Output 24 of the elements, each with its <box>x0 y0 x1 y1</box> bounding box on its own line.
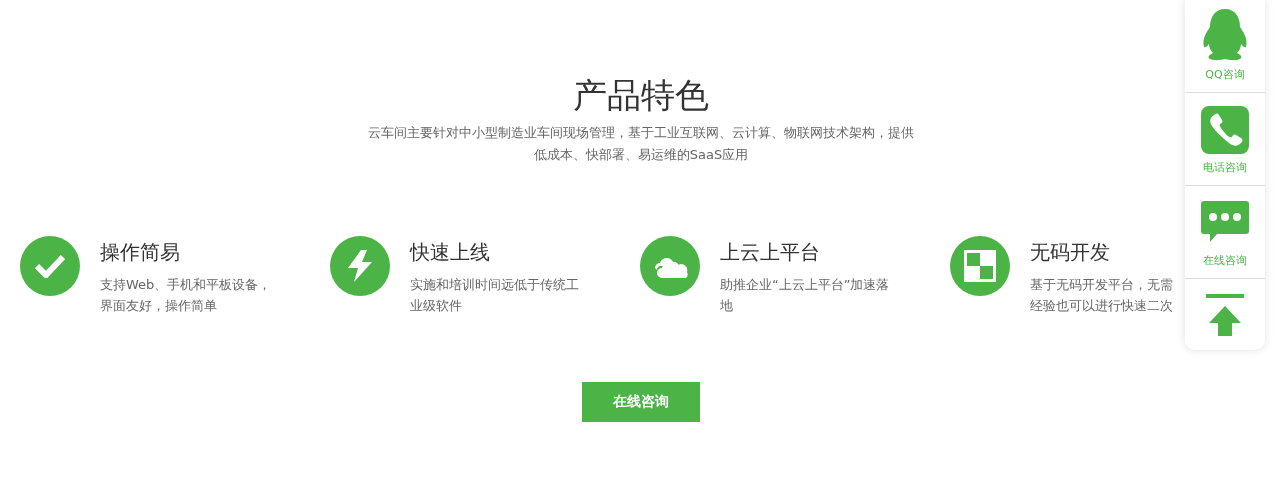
feature-title: 快速上线 <box>410 239 490 266</box>
contact-label[interactable]: 在线咨询 <box>1203 253 1247 268</box>
section-title: 产品特色 <box>573 74 709 116</box>
lightning-icon <box>345 250 375 282</box>
feature-description: 经验也可以进行快速二次 <box>1030 297 1173 315</box>
checkmark-icon <box>35 254 65 278</box>
contact-label[interactable]: QQ咨询 <box>1205 67 1245 82</box>
phone-icon[interactable] <box>1201 106 1249 154</box>
feature-description: 实施和培训时间远低于传统工 <box>410 276 579 294</box>
feature-title: 上云上平台 <box>720 239 820 266</box>
feature-description: 支持Web、手机和平板设备， <box>100 276 272 294</box>
feature-title: 无码开发 <box>1030 239 1110 266</box>
feature-description: 业级软件 <box>410 297 463 315</box>
feature-description: 地 <box>720 297 734 315</box>
consult-button[interactable]: 在线咨询 <box>582 382 700 422</box>
feature-title: 操作简易 <box>100 239 180 266</box>
feature-description: 基于无码开发平台，无需 <box>1030 276 1173 294</box>
feature-description: 界面友好，操作简单 <box>100 297 218 315</box>
back-to-top-icon[interactable] <box>1206 293 1244 336</box>
section-description: 云车间主要针对中小型制造业车间现场管理，基于工业互联网、云计算、物联网技术架构，提供 <box>368 124 914 142</box>
contact-label[interactable]: 电话咨询 <box>1203 160 1247 175</box>
checker-icon <box>964 250 996 282</box>
section-description: 低成本、快部署、易运维的SaaS应用 <box>533 146 749 164</box>
feature-description: 助推企业“上云上平台”加速落 <box>720 276 890 294</box>
